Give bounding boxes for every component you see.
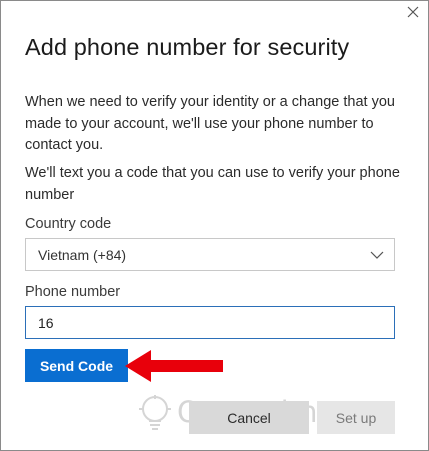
chevron-down-icon: [370, 251, 384, 259]
phone-number-input[interactable]: 16: [25, 306, 395, 339]
dialog-title: Add phone number for security: [25, 34, 350, 60]
lightbulb-icon: [139, 395, 171, 430]
cancel-button[interactable]: Cancel: [189, 401, 309, 434]
phone-number-label: Phone number: [25, 284, 121, 300]
country-code-label: Country code: [25, 216, 112, 232]
country-code-select[interactable]: Vietnam (+84): [25, 238, 395, 271]
country-code-value: Vietnam (+84): [38, 247, 127, 263]
red-arrow-icon: [125, 350, 223, 382]
close-button[interactable]: [402, 1, 424, 23]
phone-number-value: 16: [38, 315, 54, 331]
add-phone-dialog: Add phone number for security When we ne…: [0, 0, 429, 451]
setup-button[interactable]: Set up: [317, 401, 395, 434]
description-text: When we need to verify your identity or …: [25, 94, 395, 153]
send-code-button[interactable]: Send Code: [25, 349, 128, 382]
sms-note-text: We'll text you a code that you can use t…: [25, 165, 400, 203]
close-icon: [407, 6, 419, 18]
